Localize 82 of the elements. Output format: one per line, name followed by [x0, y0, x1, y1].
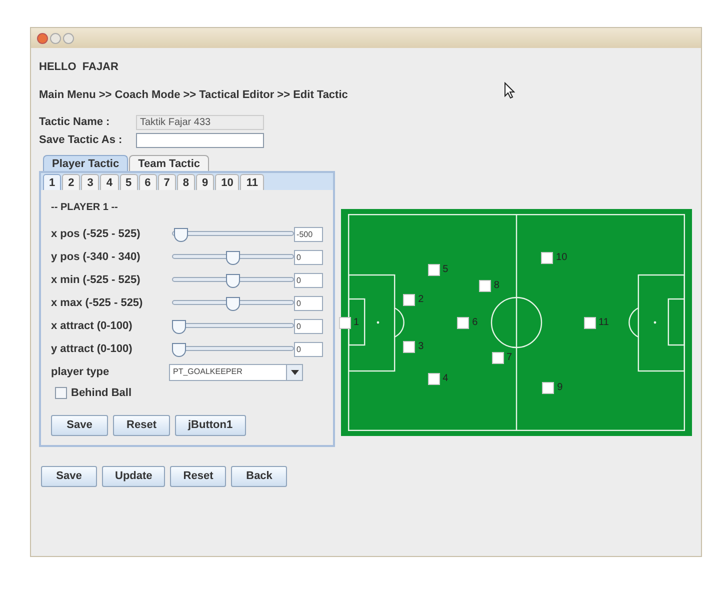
field-label: Save Tactic As : [39, 133, 124, 148]
tab[interactable]: Player Tactic [43, 155, 128, 171]
slider-thumb[interactable] [226, 296, 240, 310]
button[interactable]: Reset [170, 466, 226, 487]
tab[interactable]: 4 [100, 174, 118, 190]
slider[interactable] [172, 274, 294, 288]
player-marker-icon[interactable] [541, 252, 554, 264]
close-icon[interactable] [37, 32, 48, 44]
tab[interactable]: 2 [62, 174, 80, 190]
player-marker-icon[interactable] [584, 316, 596, 328]
player-marker-icon[interactable] [403, 341, 416, 354]
slider-thumb[interactable] [226, 274, 240, 288]
tab[interactable]: 8 [176, 174, 195, 190]
dropdown[interactable]: PT_GOALKEEPER [169, 364, 303, 380]
slider-label: x pos (-525 - 525) [51, 227, 142, 242]
player-marker-icon[interactable] [428, 373, 440, 386]
player-number: 6 [472, 318, 478, 328]
button[interactable]: jButton1 [175, 415, 246, 436]
slider-thumb[interactable] [172, 320, 186, 334]
caret-icon [286, 364, 302, 380]
slider[interactable] [172, 250, 294, 264]
player-number: 1 [354, 318, 360, 328]
slider[interactable] [172, 296, 294, 310]
button[interactable]: Back [231, 466, 288, 487]
value-field[interactable]: 0 [294, 250, 323, 265]
slider-label: x attract (0-100) [51, 319, 134, 334]
checkbox[interactable] [55, 387, 67, 399]
cursor-icon [504, 82, 515, 99]
button[interactable]: Reset [113, 415, 170, 436]
field-label: player type [51, 364, 110, 380]
button[interactable]: Save [51, 415, 108, 436]
slider-label: x min (-525 - 525) [51, 273, 142, 288]
tab[interactable]: 9 [196, 174, 214, 190]
tab[interactable]: 5 [120, 174, 138, 190]
field-label: Tactic Name : [39, 115, 111, 130]
player-number: 8 [494, 281, 500, 292]
value-field[interactable]: 0 [294, 273, 323, 288]
breadcrumb: Main Menu >> Coach Mode >> Tactical Editor >> Edit Tactic [39, 88, 348, 102]
input-field[interactable] [136, 133, 264, 148]
player-number: 7 [506, 352, 512, 363]
player-number: 5 [442, 264, 448, 275]
player-marker-icon[interactable] [542, 382, 554, 394]
player-number: 4 [442, 374, 448, 384]
tab[interactable]: 6 [138, 174, 157, 190]
value-field[interactable]: 0 [294, 319, 323, 334]
slider[interactable] [172, 228, 294, 242]
greeting: HELLO FAJAR [39, 60, 120, 75]
tab[interactable]: Team Tactic [129, 155, 210, 171]
value-field[interactable]: 0 [294, 342, 323, 357]
player-marker-icon[interactable] [403, 294, 416, 306]
player-marker-icon[interactable] [338, 316, 351, 328]
minimize-icon[interactable] [50, 32, 61, 44]
player-heading: -- PLAYER 1 -- [51, 201, 119, 215]
slider-label: y pos (-340 - 340) [51, 250, 142, 266]
player-marker-icon[interactable] [478, 280, 491, 292]
player-number: 11 [598, 318, 609, 328]
value-field[interactable]: -500 [294, 227, 323, 242]
player-number: 2 [418, 295, 424, 306]
player-number: 9 [557, 383, 563, 394]
slider-label: y attract (0-100) [51, 342, 134, 358]
player-marker-icon[interactable] [492, 352, 504, 364]
player-number: 10 [556, 253, 568, 264]
maximize-icon[interactable] [63, 32, 74, 44]
tab[interactable]: 1 [43, 174, 62, 190]
player-marker-icon[interactable] [457, 316, 470, 328]
slider-label: x max (-525 - 525) [51, 296, 144, 312]
button[interactable]: Update [102, 466, 166, 487]
tab[interactable]: 11 [240, 174, 264, 190]
player-number: 3 [418, 342, 424, 352]
checkbox-label: Behind Ball [71, 386, 132, 401]
slider-thumb[interactable] [226, 250, 240, 264]
value-field[interactable]: 0 [294, 296, 323, 311]
player-marker-icon[interactable] [428, 264, 440, 276]
slider[interactable] [172, 320, 294, 334]
slider[interactable] [172, 342, 294, 356]
dropdown-value: PT_GOALKEEPER [172, 366, 244, 378]
tab[interactable]: 7 [158, 174, 176, 190]
slider-thumb[interactable] [174, 228, 188, 242]
tab[interactable]: 3 [81, 174, 100, 190]
button[interactable]: Save [41, 466, 97, 487]
slider-thumb[interactable] [172, 342, 186, 356]
tab[interactable]: 10 [215, 174, 240, 190]
